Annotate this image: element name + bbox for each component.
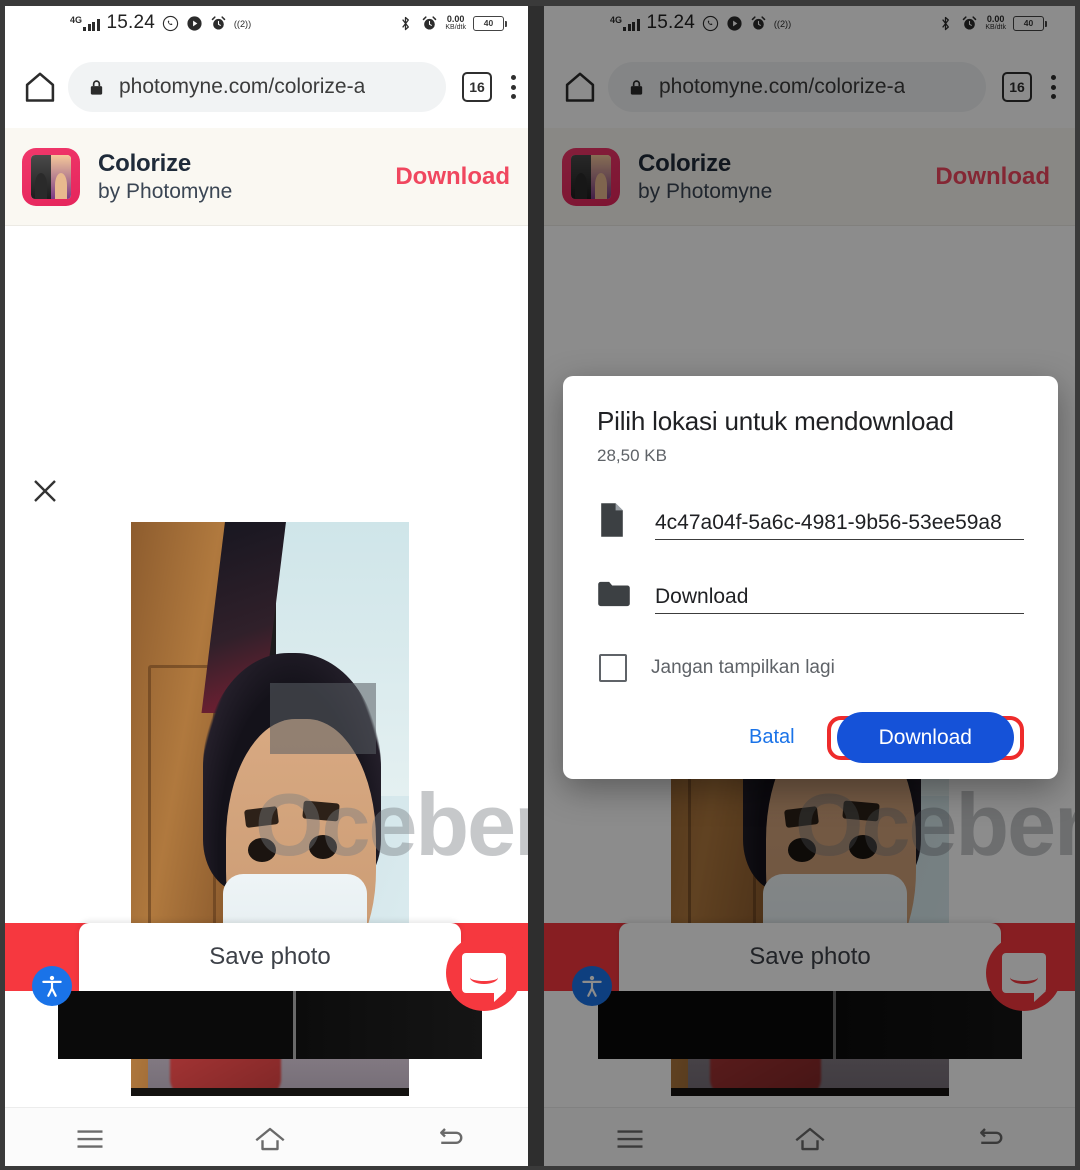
android-nav-bar bbox=[0, 1107, 540, 1170]
dont-show-again-row[interactable]: Jangan tampilkan lagi bbox=[597, 654, 1024, 682]
vibrate-icon: ((2)) bbox=[234, 19, 251, 29]
filename-row: 4c47a04f-5a6c-4981-9b56-53ee59a8 bbox=[597, 500, 1024, 540]
download-button[interactable]: Download bbox=[836, 711, 1014, 763]
filename-value: 4c47a04f-5a6c-4981-9b56-53ee59a8 bbox=[655, 511, 1002, 534]
dialog-title: Pilih lokasi untuk mendownload bbox=[597, 406, 954, 436]
dont-show-again-label: Jangan tampilkan lagi bbox=[651, 657, 835, 678]
battery-level-label: 40 bbox=[483, 18, 494, 28]
back-icon[interactable] bbox=[431, 1124, 469, 1154]
browser-toolbar: photomyne.com/colorize-a 16 bbox=[0, 46, 540, 128]
folder-input[interactable]: Download bbox=[655, 585, 1024, 614]
data-speed-indicator: 0.00 KB/dtk bbox=[445, 14, 466, 32]
save-photo-button[interactable]: Save photo bbox=[79, 923, 461, 991]
tab-counter-button[interactable]: 16 bbox=[462, 72, 492, 102]
bottom-border bbox=[0, 1166, 1080, 1170]
promo-text: Colorize by Photomyne bbox=[98, 150, 232, 204]
home-icon[interactable] bbox=[251, 1124, 289, 1154]
kebab-menu-icon[interactable] bbox=[500, 75, 526, 99]
left-border bbox=[0, 0, 5, 1170]
tab-count-label: 16 bbox=[469, 79, 485, 95]
url-text: photomyne.com/colorize-a bbox=[119, 75, 366, 98]
panel-separator bbox=[528, 0, 544, 1170]
whatsapp-icon bbox=[162, 15, 179, 31]
cancel-button[interactable]: Batal bbox=[727, 714, 817, 761]
right-phone-screen: 4G 15.24 ((2)) 0.00 KB/dtk 40 photomyne.… bbox=[540, 0, 1080, 1170]
dual-screenshot-container: 4G 15.24 ((2)) 0.00 KB/dtk 40 photomyne.… bbox=[0, 0, 1080, 1170]
address-bar[interactable]: photomyne.com/colorize-a bbox=[68, 62, 446, 112]
photo-viewer: Ocebery.com Save photo bbox=[0, 226, 540, 1096]
status-bar-right: 0.00 KB/dtk 40 bbox=[397, 14, 507, 32]
data-speed-value: 0.00 bbox=[446, 14, 465, 24]
play-icon bbox=[187, 15, 202, 31]
clock-label: 15.24 bbox=[106, 12, 156, 33]
alarm-clock-icon bbox=[211, 15, 226, 30]
top-border bbox=[0, 0, 1080, 6]
close-x-icon[interactable] bbox=[30, 476, 60, 506]
promo-download-link[interactable]: Download bbox=[395, 163, 518, 191]
folder-value: Download bbox=[655, 585, 749, 608]
home-icon[interactable] bbox=[22, 69, 58, 105]
chat-bubble-icon[interactable] bbox=[446, 935, 522, 1011]
lock-icon bbox=[90, 79, 103, 95]
right-border bbox=[1075, 0, 1080, 1170]
status-bar: 4G 15.24 ((2)) 0.00 KB/dtk 40 bbox=[0, 0, 540, 46]
bluetooth-icon bbox=[402, 16, 410, 30]
download-button-highlight: Download bbox=[826, 711, 1024, 763]
app-promo-banner[interactable]: Colorize by Photomyne Download bbox=[0, 128, 540, 226]
data-speed-unit: KB/dtk bbox=[445, 24, 466, 31]
folder-icon bbox=[597, 574, 633, 614]
colorize-app-icon bbox=[22, 147, 80, 206]
download-location-dialog: Pilih lokasi untuk mendownload 28,50 KB … bbox=[563, 376, 1058, 779]
signal-bars-icon: 4G bbox=[70, 14, 100, 31]
file-icon bbox=[597, 500, 633, 540]
filename-input[interactable]: 4c47a04f-5a6c-4981-9b56-53ee59a8 bbox=[655, 511, 1024, 540]
network-type-label: 4G bbox=[70, 14, 83, 25]
dialog-file-size: 28,50 KB bbox=[597, 446, 667, 465]
dialog-actions: Batal Download bbox=[597, 711, 1024, 763]
battery-icon: 40 bbox=[473, 15, 507, 31]
status-bar-left: 4G 15.24 ((2)) bbox=[70, 12, 251, 34]
recents-icon[interactable] bbox=[71, 1124, 109, 1154]
left-phone-screen: 4G 15.24 ((2)) 0.00 KB/dtk 40 photomyne.… bbox=[0, 0, 540, 1170]
promo-subtitle: by Photomyne bbox=[98, 179, 233, 203]
folder-row: Download bbox=[597, 574, 1024, 614]
alarm-icon bbox=[423, 15, 437, 30]
accessibility-icon[interactable] bbox=[32, 966, 72, 1006]
save-photo-label: Save photo bbox=[209, 943, 331, 970]
dont-show-again-checkbox[interactable] bbox=[599, 654, 627, 682]
svg-text:((2)): ((2)) bbox=[234, 19, 251, 29]
promo-title: Colorize bbox=[98, 149, 192, 177]
